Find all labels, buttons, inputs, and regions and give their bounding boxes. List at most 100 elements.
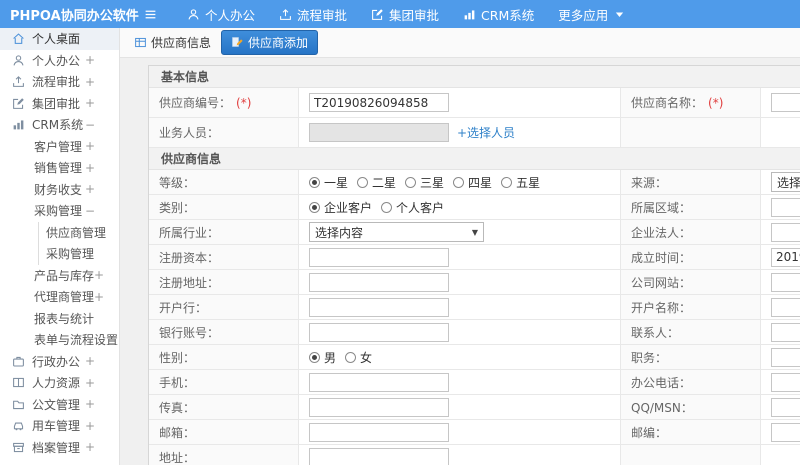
radio-button[interactable] xyxy=(501,176,513,188)
sidebar-item-4[interactable]: CRM系统 − xyxy=(0,114,119,136)
radio-option[interactable]: 女 xyxy=(345,349,372,366)
text-input[interactable] xyxy=(771,397,800,417)
expand-toggle[interactable]: + xyxy=(85,440,119,454)
radio-button[interactable] xyxy=(309,351,320,363)
radio-option[interactable]: 二星 xyxy=(357,174,396,191)
radio-button[interactable] xyxy=(345,351,357,363)
radio-button[interactable] xyxy=(357,176,369,188)
tab-supplier-add[interactable]: 供应商添加 xyxy=(221,30,319,55)
text-input[interactable] xyxy=(771,372,800,392)
form-row: 开户行： 开户名称： xyxy=(149,295,800,320)
sidebar-item-12[interactable]: 代理商管理 + xyxy=(0,286,119,308)
field-label: 联系人： xyxy=(631,325,680,340)
sidebar-item-label: 公文管理 xyxy=(32,397,81,412)
expand-toggle[interactable]: + xyxy=(85,75,119,89)
topnav-item-4[interactable]: 更多应用 xyxy=(558,5,626,24)
person-icon xyxy=(187,8,200,21)
radio-button[interactable] xyxy=(381,201,393,213)
text-input[interactable] xyxy=(309,372,449,392)
expand-toggle[interactable]: + xyxy=(85,53,119,67)
radio-button[interactable] xyxy=(309,201,320,213)
text-input[interactable] xyxy=(309,397,449,417)
text-input[interactable] xyxy=(771,272,800,292)
expand-toggle[interactable]: + xyxy=(94,268,119,282)
tab-supplier-info[interactable]: 供应商信息 xyxy=(134,34,211,51)
text-input[interactable] xyxy=(771,222,800,242)
expand-toggle[interactable]: − xyxy=(85,204,119,218)
sidebar-item-label: CRM系统 xyxy=(32,118,84,133)
text-input[interactable] xyxy=(309,247,449,267)
text-input[interactable] xyxy=(309,422,449,442)
text-input[interactable] xyxy=(771,93,800,112)
text-input[interactable] xyxy=(771,422,800,442)
top-navigation: 个人办公 流程审批 集团审批 CRM系统 更多应用 xyxy=(187,5,626,24)
select-dropdown[interactable]: 选择内容▼ xyxy=(309,222,484,242)
sidebar-item-1[interactable]: 个人办公 + xyxy=(0,50,119,72)
sidebar-item-15[interactable]: 行政办公 + xyxy=(0,351,119,373)
sidebar-item-9[interactable]: 供应商管理 xyxy=(0,221,119,244)
chart-icon xyxy=(12,118,25,131)
expand-toggle[interactable]: + xyxy=(85,182,119,196)
radio-button[interactable] xyxy=(405,176,417,188)
expand-toggle[interactable]: + xyxy=(94,290,119,304)
topnav-item-2[interactable]: 集团审批 xyxy=(371,5,439,24)
text-input[interactable] xyxy=(309,272,449,292)
sidebar-item-8[interactable]: 采购管理 − xyxy=(0,200,119,222)
expand-toggle[interactable]: + xyxy=(85,161,119,175)
form-label-cell: 传真： xyxy=(149,395,299,420)
sidebar-item-3[interactable]: 集团审批 + xyxy=(0,93,119,115)
sidebar-item-19[interactable]: 档案管理 + xyxy=(0,437,119,459)
radio-option[interactable]: 企业客户 xyxy=(309,199,372,216)
sidebar-item-11[interactable]: 产品与库存 + xyxy=(0,265,119,287)
radio-button[interactable] xyxy=(453,176,465,188)
select-person-link[interactable]: +选择人员 xyxy=(457,124,515,141)
sidebar-item-13[interactable]: 报表与统计 xyxy=(0,308,119,330)
sidebar-item-17[interactable]: 公文管理 + xyxy=(0,394,119,416)
radio-option[interactable]: 个人客户 xyxy=(381,199,444,216)
sidebar-item-16[interactable]: 人力资源 + xyxy=(0,372,119,394)
radio-option[interactable]: 男 xyxy=(309,349,336,366)
topnav-item-3[interactable]: CRM系统 xyxy=(463,5,534,24)
sidebar-item-7[interactable]: 财务收支 + xyxy=(0,179,119,201)
sidebar-item-18[interactable]: 用车管理 + xyxy=(0,415,119,437)
form-label-cell: 公司网站： xyxy=(621,270,761,295)
text-input[interactable] xyxy=(309,447,449,465)
expand-toggle[interactable]: + xyxy=(85,354,119,368)
text-input[interactable] xyxy=(771,247,800,267)
topnav-item-0[interactable]: 个人办公 xyxy=(187,5,255,24)
text-input[interactable] xyxy=(309,322,449,342)
expand-toggle[interactable]: + xyxy=(85,397,119,411)
text-input[interactable] xyxy=(309,93,449,112)
sidebar-item-2[interactable]: 流程审批 + xyxy=(0,71,119,93)
text-input[interactable] xyxy=(309,297,449,317)
sidebar-item-5[interactable]: 客户管理 + xyxy=(0,136,119,158)
text-input[interactable] xyxy=(771,197,800,217)
form-label-cell: 等级： xyxy=(149,170,299,195)
expand-toggle[interactable]: + xyxy=(85,376,119,390)
expand-toggle[interactable]: + xyxy=(85,139,119,153)
sidebar-item-10[interactable]: 采购管理 xyxy=(0,243,119,265)
hamburger-icon[interactable] xyxy=(144,8,157,21)
topnav-label: 更多应用 xyxy=(558,7,609,23)
caret-down-icon xyxy=(613,8,626,21)
radio-button[interactable] xyxy=(309,176,320,188)
sidebar-item-0[interactable]: 个人桌面 xyxy=(0,28,119,50)
text-input[interactable] xyxy=(771,297,800,317)
field-label: 类别： xyxy=(159,200,196,215)
topnav-item-1[interactable]: 流程审批 xyxy=(279,5,347,24)
radio-option[interactable]: 五星 xyxy=(501,174,540,191)
radio-option[interactable]: 一星 xyxy=(309,174,348,191)
book-icon xyxy=(12,376,25,389)
radio-option[interactable]: 三星 xyxy=(405,174,444,191)
expand-toggle[interactable]: + xyxy=(85,96,119,110)
text-input[interactable] xyxy=(309,123,449,142)
expand-toggle[interactable]: − xyxy=(85,118,119,132)
select-dropdown[interactable]: 选择内容▼ xyxy=(771,172,800,192)
radio-label: 四星 xyxy=(468,175,493,190)
sidebar-item-14[interactable]: 表单与流程设置+ xyxy=(0,329,119,351)
sidebar-item-6[interactable]: 销售管理 + xyxy=(0,157,119,179)
text-input[interactable] xyxy=(771,347,800,367)
radio-option[interactable]: 四星 xyxy=(453,174,492,191)
text-input[interactable] xyxy=(771,322,800,342)
expand-toggle[interactable]: + xyxy=(85,419,119,433)
